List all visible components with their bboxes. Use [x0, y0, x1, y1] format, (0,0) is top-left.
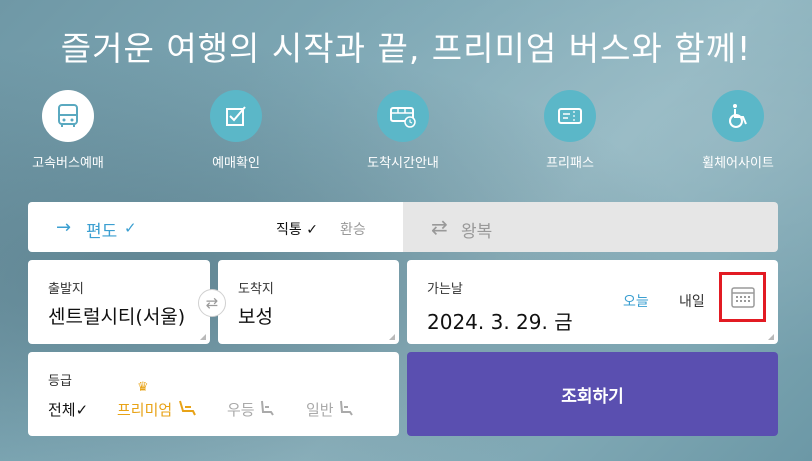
swap-arrows-icon: ⇄ [431, 215, 448, 239]
arrow-right-icon: → [56, 217, 72, 238]
oneway-check-icon: ✓ [124, 219, 137, 237]
nav-label: 도착시간안내 [367, 156, 439, 171]
nav-item-freepass[interactable]: 프리패스 [510, 90, 630, 171]
date-card[interactable]: 가는날 2024. 3. 29. 금 오늘 내일 [407, 260, 778, 344]
main-nav: 고속버스예매 예매확인 도착시간안내 프리패스 휠체어사이트 [0, 90, 812, 171]
grade-normal-label: 일반 [306, 401, 334, 419]
nav-item-wheelchair-site[interactable]: 휠체어사이트 [678, 90, 798, 171]
calendar-button[interactable] [719, 272, 766, 322]
search-button[interactable]: 조회하기 [407, 352, 778, 436]
nav-item-reservation-check[interactable]: 예매확인 [176, 90, 296, 171]
grade-excellent-option[interactable]: 우등 [227, 399, 275, 420]
arrival-value: 보성 [238, 306, 273, 328]
grade-excellent-label: 우등 [227, 401, 255, 419]
hero-title: 즐거운 여행의 시작과 끝, 프리미엄 버스와 함께! [60, 29, 752, 68]
direct-check-icon: ✓ [306, 222, 318, 238]
arrival-card[interactable]: 도착지 보성 [218, 260, 399, 344]
swap-icon: ⇄ [205, 294, 219, 312]
trip-roundtrip-tab[interactable]: ⇄ 왕복 [403, 202, 778, 252]
grade-all-label: 전체 [48, 401, 76, 419]
calendar-icon [730, 287, 755, 308]
excellent-seat-icon [261, 400, 275, 416]
nav-label: 프리패스 [546, 156, 594, 171]
normal-seat-icon [340, 400, 354, 416]
corner-triangle-icon [389, 334, 395, 340]
oneway-label: 편도 [86, 222, 118, 242]
nav-item-arrival-time[interactable]: 도착시간안내 [343, 90, 463, 171]
checkbox-icon [210, 90, 262, 142]
grade-premium-label: 프리미엄 [117, 401, 173, 419]
bus-icon [42, 90, 94, 142]
corner-triangle-icon [768, 334, 774, 340]
corner-triangle-icon [200, 334, 206, 340]
tomorrow-button[interactable]: 내일 [679, 291, 705, 311]
departure-label: 출발지 [48, 282, 84, 297]
grade-all-check-icon: ✓ [75, 401, 89, 419]
today-button[interactable]: 오늘 [623, 291, 649, 311]
swap-route-button[interactable]: ⇄ [198, 289, 226, 317]
transfer-option[interactable]: 환승 [340, 219, 366, 239]
grade-label: 등급 [48, 374, 72, 389]
date-value: 2024. 3. 29. 금 [427, 310, 573, 334]
arrival-label: 도착지 [238, 282, 274, 297]
premium-seat-icon [179, 400, 196, 416]
nav-label: 예매확인 [212, 156, 260, 171]
trip-oneway-tab[interactable]: → 편도 ✓ 직통 ✓ 환승 [28, 202, 403, 252]
nav-label: 휠체어사이트 [702, 156, 774, 171]
ticket-icon [544, 90, 596, 142]
wheelchair-icon [712, 90, 764, 142]
crown-icon: ♛ [137, 380, 149, 395]
trip-type-bar: → 편도 ✓ 직통 ✓ 환승 ⇄ 왕복 [28, 202, 778, 252]
nav-item-express-booking[interactable]: 고속버스예매 [8, 90, 128, 171]
date-label: 가는날 [427, 282, 463, 297]
grade-normal-option[interactable]: 일반 [306, 399, 354, 420]
departure-card[interactable]: 출발지 센트럴시티(서울) [28, 260, 210, 344]
grade-all-option[interactable]: 전체✓ [48, 399, 88, 420]
departure-value: 센트럴시티(서울) [48, 306, 186, 328]
round-label: 왕복 [461, 222, 493, 242]
grade-premium-option[interactable]: ♛ 프리미엄 [117, 380, 197, 420]
nav-label: 고속버스예매 [32, 156, 104, 171]
direct-option[interactable]: 직통 ✓ [276, 219, 318, 239]
bus-clock-icon [377, 90, 429, 142]
grade-card: 등급 전체✓ ♛ 프리미엄 우등 일반 [28, 352, 399, 436]
direct-label: 직통 [276, 222, 302, 238]
